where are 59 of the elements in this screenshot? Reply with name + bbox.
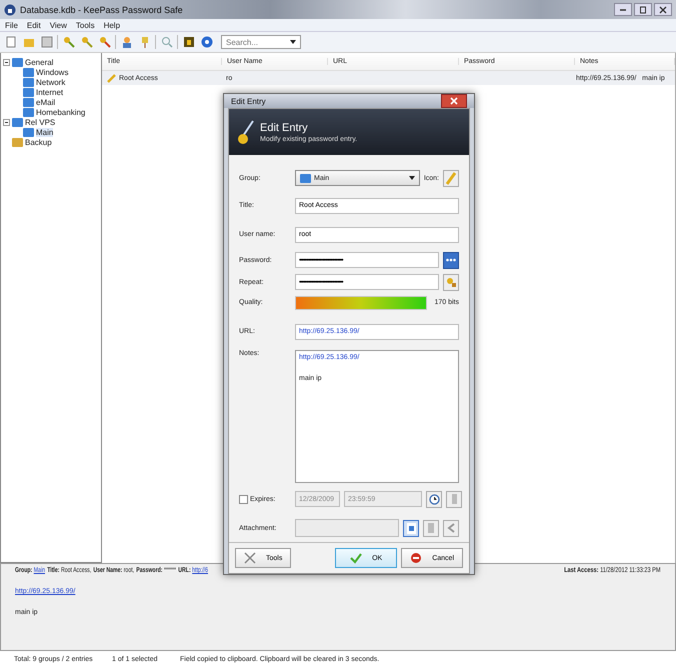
tree-item[interactable]: Backup bbox=[3, 137, 99, 147]
folder-icon bbox=[23, 87, 34, 97]
dots-icon bbox=[446, 258, 456, 262]
dialog-title: Edit Entry bbox=[231, 96, 266, 106]
folder-icon bbox=[12, 137, 23, 147]
menu-item[interactable]: File bbox=[5, 20, 18, 30]
icon-picker-button[interactable] bbox=[443, 170, 459, 186]
menu-item[interactable]: View bbox=[50, 20, 67, 30]
bar-icon bbox=[428, 523, 434, 533]
attach-button[interactable] bbox=[403, 520, 419, 536]
tree-item[interactable]: Homebanking bbox=[3, 107, 99, 117]
tree-item[interactable]: Network bbox=[3, 77, 99, 87]
checkbox[interactable] bbox=[239, 494, 248, 504]
close-icon bbox=[450, 97, 458, 105]
expander-icon[interactable] bbox=[3, 58, 10, 66]
folder-icon bbox=[12, 57, 23, 67]
bar-icon bbox=[452, 494, 456, 504]
tree-item[interactable]: Main bbox=[3, 127, 99, 137]
tree-item[interactable]: Internet bbox=[3, 87, 99, 97]
attachment-field[interactable] bbox=[295, 519, 399, 537]
help-icon[interactable] bbox=[199, 34, 214, 50]
menu-item[interactable]: Edit bbox=[26, 20, 41, 30]
save-button[interactable] bbox=[423, 520, 439, 536]
clock-icon bbox=[428, 494, 440, 504]
folder-icon bbox=[23, 67, 34, 77]
show-password-button[interactable] bbox=[443, 252, 459, 268]
minimize-icon bbox=[620, 8, 626, 10]
save-icon[interactable] bbox=[39, 34, 54, 50]
tree-item[interactable]: Rel VPS bbox=[3, 117, 99, 127]
caret-icon bbox=[290, 40, 296, 44]
folder-icon bbox=[12, 117, 23, 127]
expander-icon[interactable] bbox=[3, 118, 10, 126]
delete-button[interactable] bbox=[443, 520, 459, 536]
folder-icon bbox=[23, 127, 34, 137]
folder-icon bbox=[300, 173, 311, 183]
check-icon bbox=[350, 552, 362, 564]
window-title: Database.kdb - KeePass Password Safe bbox=[20, 4, 183, 14]
maximize-icon bbox=[639, 6, 647, 14]
menu-item[interactable]: Tools bbox=[76, 20, 95, 30]
close-button[interactable] bbox=[654, 3, 672, 16]
search-field[interactable]: Search... bbox=[221, 35, 301, 49]
folder-icon bbox=[23, 77, 34, 87]
close-icon bbox=[659, 6, 667, 14]
document-icon bbox=[406, 522, 416, 534]
folder-icon bbox=[23, 107, 34, 117]
maximize-button[interactable] bbox=[634, 3, 652, 16]
folder-icon bbox=[23, 97, 34, 107]
tree-item[interactable]: Windows bbox=[3, 67, 99, 77]
caret-icon bbox=[408, 176, 415, 180]
generate-password-button[interactable] bbox=[443, 274, 459, 290]
cancel-icon bbox=[410, 552, 422, 564]
search-icon[interactable] bbox=[159, 34, 174, 50]
tree-item[interactable]: eMail bbox=[3, 97, 99, 107]
close-button[interactable] bbox=[441, 94, 467, 108]
menu-item[interactable]: Help bbox=[104, 20, 120, 30]
tree-item[interactable]: General bbox=[3, 57, 99, 67]
clock-button[interactable] bbox=[426, 490, 442, 508]
minimize-button[interactable] bbox=[614, 3, 632, 16]
dialog-heading: Edit Entry bbox=[260, 122, 309, 134]
